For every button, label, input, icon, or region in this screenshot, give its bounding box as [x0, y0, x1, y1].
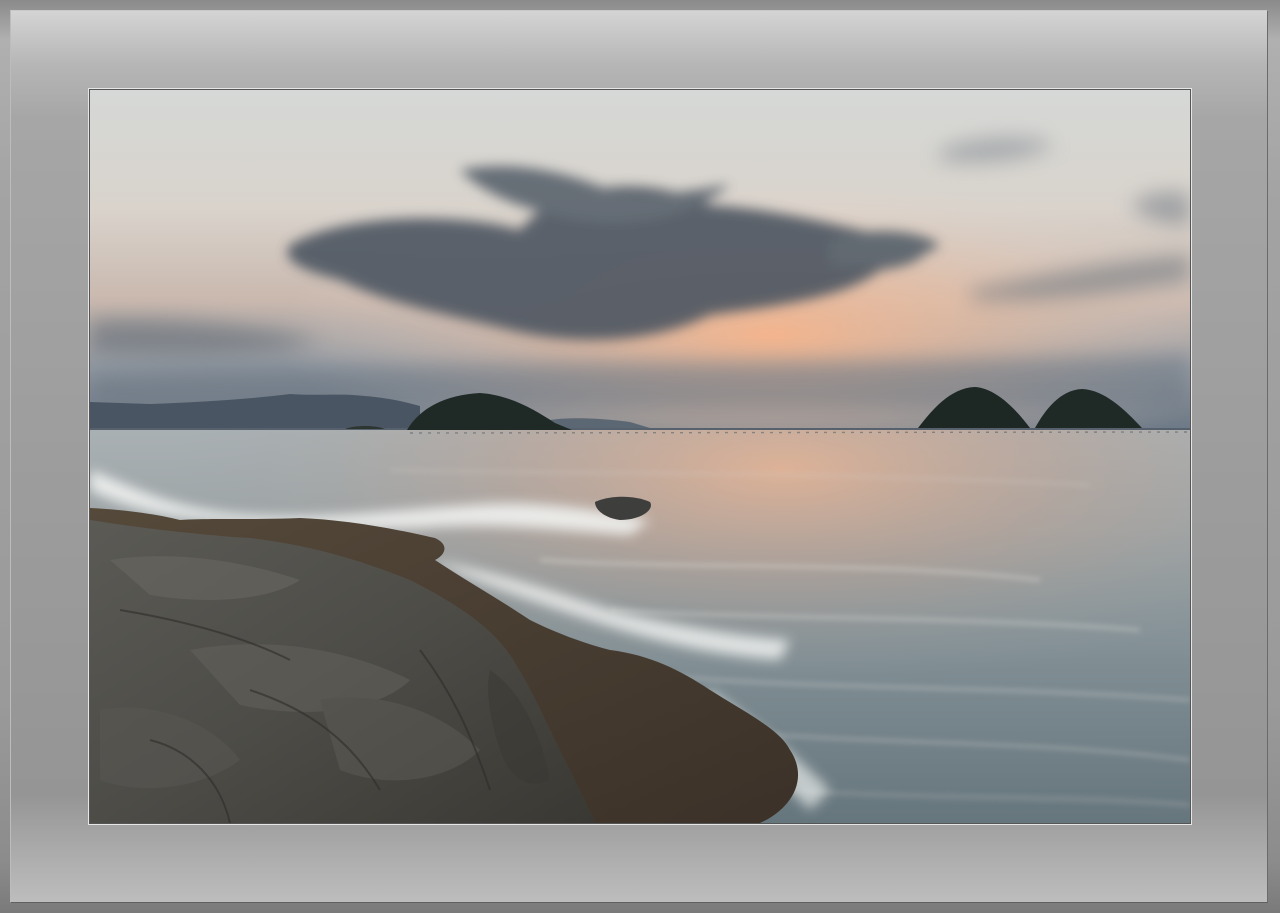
seascape-photo	[90, 90, 1190, 823]
photo-border	[88, 88, 1192, 825]
